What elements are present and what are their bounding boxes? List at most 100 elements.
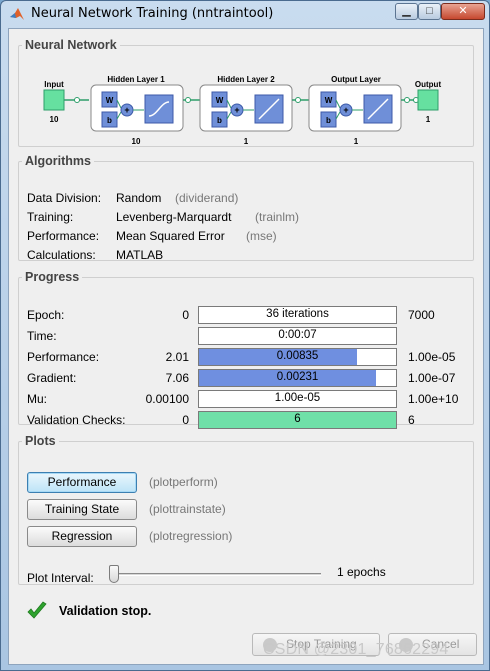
checkmark-icon bbox=[27, 601, 47, 619]
progress-row-epoch: Epoch: 0 36 iterations 7000 bbox=[27, 306, 467, 324]
progress-label: Time: bbox=[27, 329, 57, 343]
output-count: 1 bbox=[426, 115, 431, 124]
progress-panel: Progress Epoch: 0 36 iterations 7000 Time: 0:… bbox=[18, 270, 474, 429]
algorithm-label: Training: bbox=[27, 210, 74, 224]
progress-bar: 1.00e-05 bbox=[198, 390, 397, 408]
neural-network-panel: Neural Network Input 10 Hidden Layer 1 W… bbox=[18, 38, 474, 147]
layer1-bias-label: b bbox=[107, 116, 112, 125]
progress-value: 0:00:07 bbox=[278, 329, 317, 341]
algorithms-legend: Algorithms bbox=[25, 154, 91, 168]
progress-min: 0 bbox=[182, 308, 189, 322]
algorithms-panel: Algorithms Data Division: Random (divide… bbox=[18, 154, 474, 264]
algorithm-value: Mean Squared Error bbox=[116, 229, 225, 243]
neural-network-legend: Neural Network bbox=[25, 38, 117, 52]
close-button[interactable]: ✕ bbox=[441, 3, 485, 20]
progress-row-mu: Mu: 0.00100 1.00e-05 1.00e+10 bbox=[27, 390, 467, 408]
layer3-bias-label: b bbox=[326, 116, 331, 125]
progress-bar: 0:00:07 bbox=[198, 327, 397, 345]
progress-label: Validation Checks: bbox=[27, 413, 126, 427]
layer2-label: Hidden Layer 2 bbox=[217, 75, 275, 84]
layer2-bias-label: b bbox=[217, 116, 222, 125]
regression-plot-button[interactable]: Regression bbox=[27, 526, 137, 547]
progress-value: 0.00835 bbox=[276, 350, 319, 362]
layer2-sum-symbol: + bbox=[234, 105, 239, 115]
plot-interval-label: Plot Interval: bbox=[27, 571, 94, 585]
layer2-weight-label: W bbox=[216, 96, 224, 105]
network-diagram: Input 10 Hidden Layer 1 W b + 10 Hidden … bbox=[43, 75, 442, 146]
layer1-weight-label: W bbox=[106, 96, 114, 105]
progress-label: Performance: bbox=[27, 350, 100, 364]
layer3-sum-symbol: + bbox=[343, 105, 348, 115]
plot-function: (plotperform) bbox=[149, 475, 218, 489]
algorithm-function: (dividerand) bbox=[175, 191, 239, 205]
progress-max: 6 bbox=[408, 413, 415, 427]
progress-label: Gradient: bbox=[27, 371, 77, 385]
plot-interval-slider[interactable] bbox=[109, 565, 321, 585]
matlab-logo-icon bbox=[10, 8, 24, 20]
algorithm-label: Data Division: bbox=[27, 191, 102, 205]
algorithm-value: Random bbox=[116, 191, 162, 205]
algorithm-label: Performance: bbox=[27, 229, 100, 243]
output-node bbox=[417, 89, 439, 111]
progress-bar: 6 bbox=[198, 411, 397, 429]
layer1-size: 10 bbox=[132, 137, 141, 146]
input-count: 10 bbox=[50, 115, 59, 124]
progress-row-performance: Performance: 2.01 0.00835 1.00e-05 bbox=[27, 348, 467, 366]
plot-interval-value: 1 epochs bbox=[337, 565, 386, 579]
algorithm-label: Calculations: bbox=[27, 248, 96, 262]
status-message: Validation stop. bbox=[59, 604, 152, 618]
progress-max: 1.00e-07 bbox=[408, 371, 456, 385]
window-title: Neural Network Training (nntraintool) bbox=[31, 6, 274, 21]
progress-legend: Progress bbox=[25, 270, 80, 284]
algorithm-row-performance: Performance: Mean Squared Error (mse) bbox=[27, 229, 467, 245]
algorithm-row-training: Training: Levenberg-Marquardt (trainlm) bbox=[27, 210, 467, 226]
algorithm-function: (mse) bbox=[246, 229, 277, 243]
progress-value: 1.00e-05 bbox=[274, 392, 321, 404]
progress-max: 1.00e+10 bbox=[408, 392, 459, 406]
progress-bar: 0.00835 bbox=[198, 348, 397, 366]
progress-row-validation-checks: Validation Checks: 0 6 6 bbox=[27, 411, 467, 429]
input-node bbox=[43, 89, 65, 111]
progress-min: 0 bbox=[182, 413, 189, 427]
training-state-plot-button[interactable]: Training State bbox=[27, 499, 137, 520]
layer1-label: Hidden Layer 1 bbox=[107, 75, 165, 84]
minimize-button[interactable]: ▁ bbox=[395, 3, 418, 20]
title-bar[interactable]: Neural Network Training (nntraintool) ▁ … bbox=[1, 1, 489, 27]
progress-max: 1.00e-05 bbox=[408, 350, 456, 364]
layer2-size: 1 bbox=[244, 137, 249, 146]
algorithm-value: MATLAB bbox=[116, 248, 164, 262]
input-label: Input bbox=[44, 80, 64, 89]
client-area: Neural Network Input 10 Hidden Layer 1 W… bbox=[8, 28, 484, 665]
layer3-weight-label: W bbox=[325, 96, 333, 105]
progress-value: 6 bbox=[294, 413, 301, 425]
progress-bar: 0.00231 bbox=[198, 369, 397, 387]
algorithm-row-data-division: Data Division: Random (dividerand) bbox=[27, 191, 467, 207]
watermark-text: CSDN @2301_76862294 bbox=[263, 641, 449, 658]
maximize-button[interactable]: □ bbox=[418, 3, 441, 20]
progress-min: 0.00100 bbox=[145, 392, 189, 406]
progress-value: 0.00231 bbox=[276, 371, 319, 383]
algorithm-function: (trainlm) bbox=[255, 210, 299, 224]
progress-label: Epoch: bbox=[27, 308, 65, 322]
performance-plot-button[interactable]: Performance bbox=[27, 472, 137, 493]
app-window: Neural Network Training (nntraintool) ▁ … bbox=[0, 0, 490, 671]
plots-panel: Plots Performance (plotperform) Training… bbox=[18, 434, 474, 585]
progress-row-gradient: Gradient: 7.06 0.00231 1.00e-07 bbox=[27, 369, 467, 387]
plots-legend: Plots bbox=[25, 434, 56, 448]
slider-thumb[interactable] bbox=[109, 565, 119, 583]
progress-bar: 36 iterations bbox=[198, 306, 397, 324]
layer3-label: Output Layer bbox=[331, 75, 381, 84]
progress-row-time: Time: 0:00:07 bbox=[27, 327, 467, 345]
plot-function: (plottrainstate) bbox=[149, 502, 226, 516]
layer1-sum-symbol: + bbox=[124, 105, 129, 115]
progress-value: 36 iterations bbox=[266, 308, 329, 320]
algorithm-row-calculations: Calculations: MATLAB bbox=[27, 248, 467, 264]
plot-function: (plotregression) bbox=[149, 529, 233, 543]
algorithm-value: Levenberg-Marquardt bbox=[116, 210, 232, 224]
progress-max: 7000 bbox=[408, 308, 435, 322]
output-label: Output bbox=[415, 80, 442, 89]
progress-min: 2.01 bbox=[165, 350, 189, 364]
slider-track-line bbox=[109, 573, 321, 576]
progress-min: 7.06 bbox=[165, 371, 189, 385]
layer3-size: 1 bbox=[354, 137, 359, 146]
